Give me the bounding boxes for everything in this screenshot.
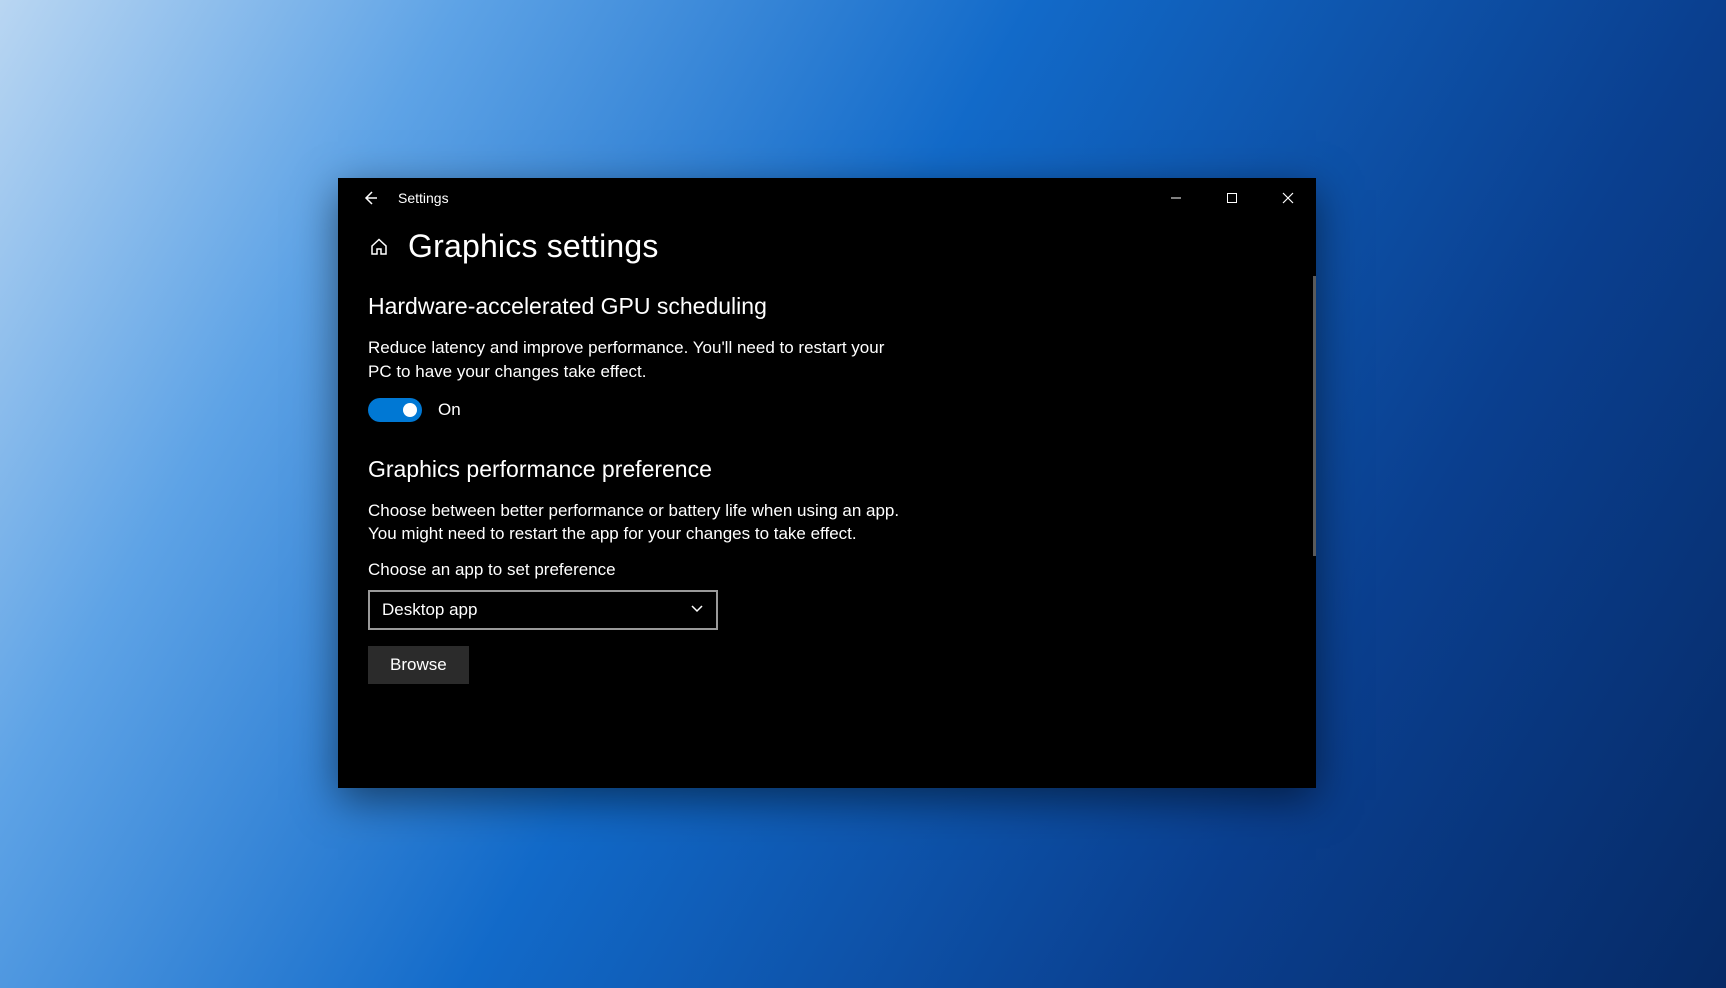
scrollbar[interactable]	[1313, 276, 1316, 556]
toggle-knob	[403, 403, 417, 417]
page-title: Graphics settings	[408, 228, 659, 265]
back-button[interactable]	[346, 178, 394, 218]
chevron-down-icon	[690, 601, 704, 620]
gpu-scheduling-toggle-row: On	[368, 398, 1286, 422]
browse-button[interactable]: Browse	[368, 646, 469, 684]
content-area: Graphics settings Hardware-accelerated G…	[338, 218, 1316, 788]
close-button[interactable]	[1260, 178, 1316, 218]
app-type-select[interactable]: Desktop app	[368, 590, 718, 630]
titlebar: Settings	[338, 178, 1316, 218]
minimize-button[interactable]	[1148, 178, 1204, 218]
choose-app-label: Choose an app to set preference	[368, 560, 1286, 580]
app-title: Settings	[398, 190, 449, 206]
perf-pref-description: Choose between better performance or bat…	[368, 499, 908, 547]
perf-pref-heading: Graphics performance preference	[368, 456, 1286, 483]
maximize-icon	[1226, 192, 1238, 204]
maximize-button[interactable]	[1204, 178, 1260, 218]
gpu-scheduling-description: Reduce latency and improve performance. …	[368, 336, 908, 384]
minimize-icon	[1170, 192, 1182, 204]
home-button[interactable]	[368, 236, 390, 258]
settings-window: Settings Graphics settings Hardware-acce…	[338, 178, 1316, 788]
home-icon	[369, 237, 389, 257]
gpu-scheduling-toggle-label: On	[438, 400, 461, 420]
close-icon	[1282, 192, 1294, 204]
gpu-scheduling-toggle[interactable]	[368, 398, 422, 422]
gpu-scheduling-heading: Hardware-accelerated GPU scheduling	[368, 293, 1286, 320]
arrow-left-icon	[362, 190, 378, 206]
app-type-select-value: Desktop app	[382, 600, 477, 620]
page-header: Graphics settings	[368, 228, 1286, 265]
